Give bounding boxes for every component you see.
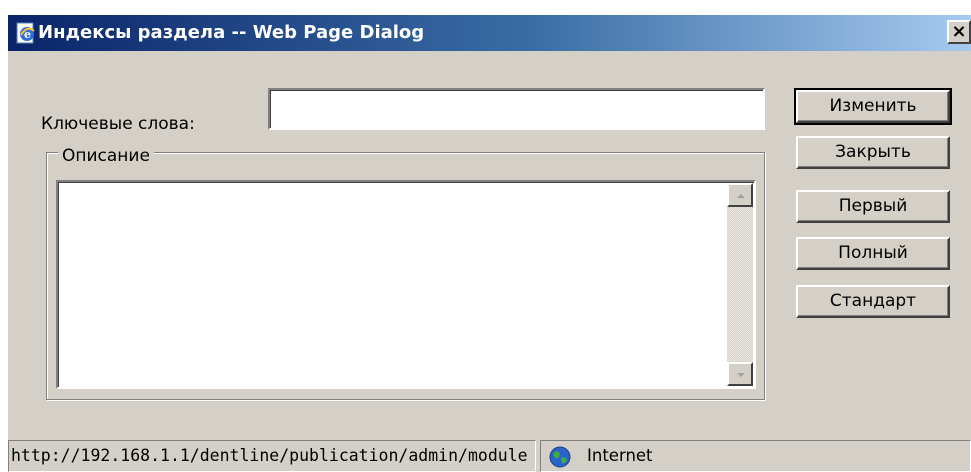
full-button[interactable]: Полный [796,237,950,270]
description-textarea[interactable] [56,180,756,389]
first-button[interactable]: Первый [796,190,950,223]
keywords-input[interactable] [268,88,765,130]
status-url: http://192.168.1.1/dentline/publication/… [8,440,536,472]
description-legend: Описание [58,145,154,167]
title-bar[interactable]: e Индексы раздела -- Web Page Dialog × [8,15,971,51]
scroll-down-button[interactable] [727,362,753,386]
web-page-dialog: e Индексы раздела -- Web Page Dialog × К… [8,15,971,472]
status-bar: http://192.168.1.1/dentline/publication/… [8,435,971,472]
close-button[interactable]: Закрыть [796,136,950,169]
security-zone: Internet [540,440,971,472]
standard-button[interactable]: Стандарт [796,285,950,318]
keywords-label: Ключевые слова: [41,114,195,134]
svg-text:e: e [24,28,31,41]
dialog-title: Индексы раздела -- Web Page Dialog [38,22,425,43]
arrow-down-icon [737,373,745,377]
ie-page-icon: e [16,22,35,44]
zone-label: Internet [587,446,653,465]
scroll-up-button[interactable] [727,183,753,207]
globe-icon [549,446,571,468]
change-button[interactable]: Изменить [794,88,952,125]
arrow-up-icon [737,194,745,198]
vertical-scrollbar[interactable] [727,183,753,386]
close-icon[interactable]: × [947,20,971,44]
